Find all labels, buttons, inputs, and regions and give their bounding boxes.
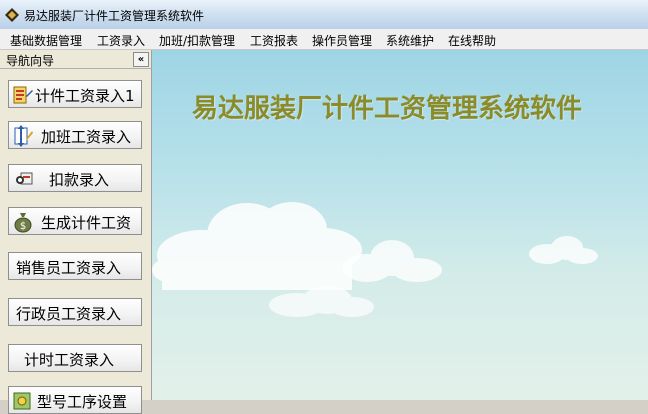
- money-bag-icon: $: [14, 213, 32, 233]
- banner-title: 易达服装厂计件工资管理系统软件: [192, 94, 583, 124]
- app-logo-icon: [5, 8, 19, 22]
- menu-wage-entry[interactable]: 工资录入: [97, 32, 145, 49]
- nav-button-hourly-wage-entry[interactable]: 计时工资录入: [8, 344, 142, 372]
- menu-help[interactable]: 在线帮助: [448, 32, 496, 49]
- cloud-small-right: [529, 236, 598, 264]
- nav-title: 导航向导: [6, 54, 55, 68]
- nav-label: 扣款录入: [49, 171, 110, 189]
- nav-button-model-process-settings[interactable]: 型号工序设置: [8, 386, 142, 414]
- title-bar: 易达服装厂计件工资管理系统软件: [0, 0, 648, 30]
- nav-button-piecework-entry[interactable]: 计件工资录入1: [8, 80, 142, 108]
- nav-label: 行政员工资录入: [16, 305, 122, 323]
- nav-panel: 导航向导 « 计件工资录入1 加班工资录入 扣款录入 $ 生成计件工资 销售员工…: [0, 50, 152, 414]
- menu-overtime-deduction[interactable]: 加班/扣款管理: [159, 32, 235, 49]
- menu-bar: 基础数据管理 工资录入 加班/扣款管理 工资报表 操作员管理 系统维护 在线帮助: [0, 29, 648, 50]
- nav-button-admin-wage-entry[interactable]: 行政员工资录入: [8, 298, 142, 326]
- nav-label: 型号工序设置: [37, 393, 128, 411]
- collapse-button[interactable]: «: [133, 52, 149, 67]
- nav-label: 销售员工资录入: [16, 259, 122, 277]
- window-title: 易达服装厂计件工资管理系统软件: [24, 9, 205, 23]
- nav-button-deduction-entry[interactable]: 扣款录入: [8, 164, 142, 192]
- menu-wage-report[interactable]: 工资报表: [250, 32, 298, 49]
- menu-operator[interactable]: 操作员管理: [312, 32, 372, 49]
- overtime-icon: [14, 125, 33, 147]
- nav-label: 生成计件工资: [41, 214, 132, 232]
- nav-button-generate-piecework[interactable]: $ 生成计件工资: [8, 207, 142, 235]
- menu-system[interactable]: 系统维护: [386, 32, 434, 49]
- svg-text:$: $: [20, 221, 26, 232]
- cloud-low: [269, 286, 374, 317]
- nav-button-overtime-entry[interactable]: 加班工资录入: [8, 121, 142, 149]
- nav-header: 导航向导 «: [0, 50, 151, 69]
- main-content: 易达服装厂计件工资管理系统软件: [152, 50, 648, 400]
- nav-label: 计时工资录入: [24, 351, 115, 369]
- piecework-icon: [13, 86, 33, 104]
- deduction-icon: [16, 172, 33, 185]
- nav-button-sales-wage-entry[interactable]: 销售员工资录入: [8, 252, 142, 280]
- nav-label: 加班工资录入: [41, 128, 132, 146]
- nav-label: 计件工资录入1: [35, 87, 135, 105]
- menu-basic-data[interactable]: 基础数据管理: [10, 32, 82, 49]
- settings-icon: [13, 392, 31, 410]
